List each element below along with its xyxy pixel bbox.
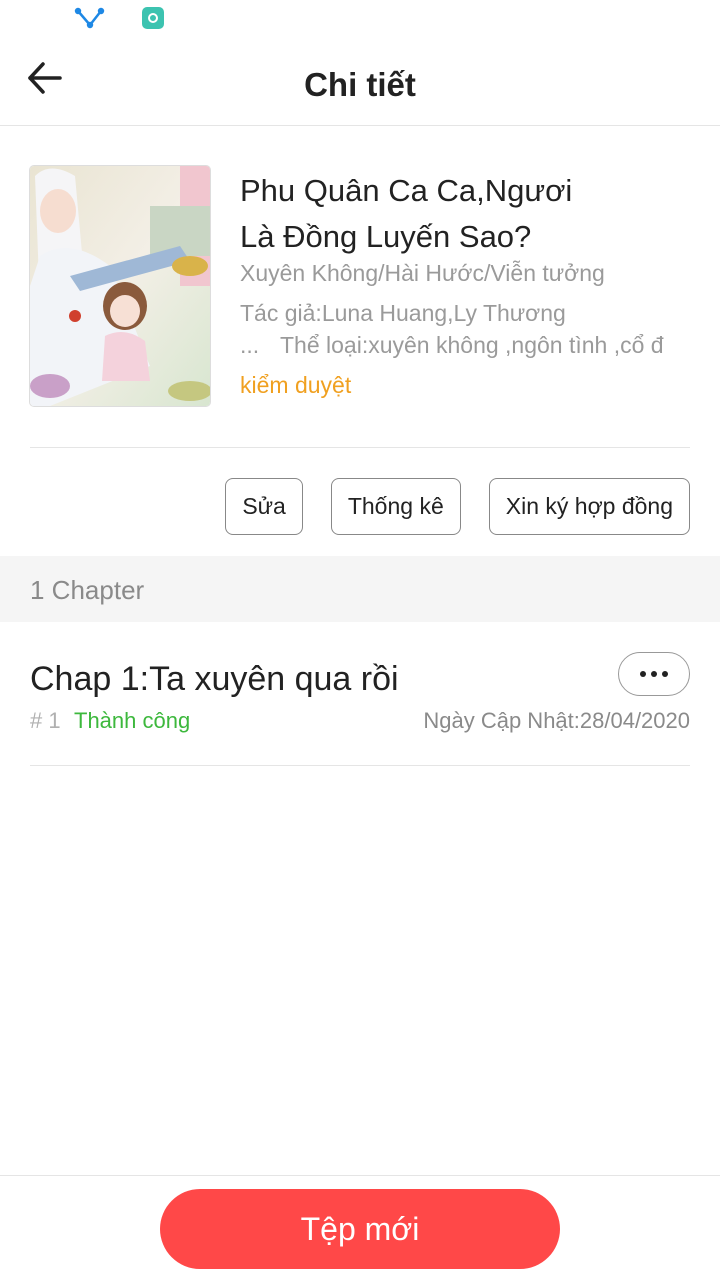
section-divider — [30, 447, 690, 448]
chapter-number: # 1 — [30, 708, 61, 733]
description-ellipsis: ... — [240, 332, 260, 358]
review-status-label: kiểm duyệt — [240, 372, 352, 398]
chapter-status: Thành công — [74, 708, 191, 733]
book-genres: Xuyên Không/Hài Hước/Viễn tưởng — [240, 260, 605, 286]
ellipsis-icon — [640, 671, 646, 677]
network-share-icon — [74, 6, 105, 30]
book-author: Tác giả:Luna Huang,Ly Thương — [240, 300, 566, 326]
status-bar — [0, 0, 720, 40]
book-title: Phu Quân Ca Ca,Ngươi Là Đồng Luyến Sao? — [240, 173, 573, 254]
description-text: Thể loại:xuyên không ,ngôn tình ,cổ đ — [280, 332, 664, 358]
app-notification-icon — [142, 7, 164, 29]
request-contract-button[interactable]: Xin ký hợp đồng — [488, 478, 690, 535]
chapter-updated-date: Ngày Cập Nhật:28/04/2020 — [423, 708, 690, 733]
row-divider — [30, 765, 690, 766]
book-cover-image[interactable] — [30, 166, 210, 406]
chapter-count-bar: 1 Chapter — [0, 556, 720, 622]
chapter-title: Chap 1:Ta xuyên qua rồi — [30, 660, 399, 698]
edit-button[interactable]: Sửa — [225, 478, 303, 535]
chapter-more-button[interactable] — [618, 652, 690, 696]
page-title: Chi tiết — [304, 66, 416, 103]
statistics-button[interactable]: Thống kê — [330, 478, 461, 535]
book-description: ... Thể loại:xuyên không ,ngôn tình ,cổ đ — [240, 332, 692, 359]
chapter-count: 1 Chapter — [30, 575, 145, 605]
bottom-action-bar: Tệp mới — [0, 1175, 720, 1280]
chapter-list-item[interactable]: Chap 1:Ta xuyên qua rồi # 1 Thành công N… — [0, 622, 720, 766]
book-actions: Sửa Thống kê Xin ký hợp đồng — [225, 478, 690, 536]
book-info-section: Phu Quân Ca Ca,Ngươi Là Đồng Luyến Sao? … — [0, 126, 720, 448]
new-file-button[interactable]: Tệp mới — [160, 1189, 560, 1269]
top-app-bar: Chi tiết — [0, 40, 720, 126]
